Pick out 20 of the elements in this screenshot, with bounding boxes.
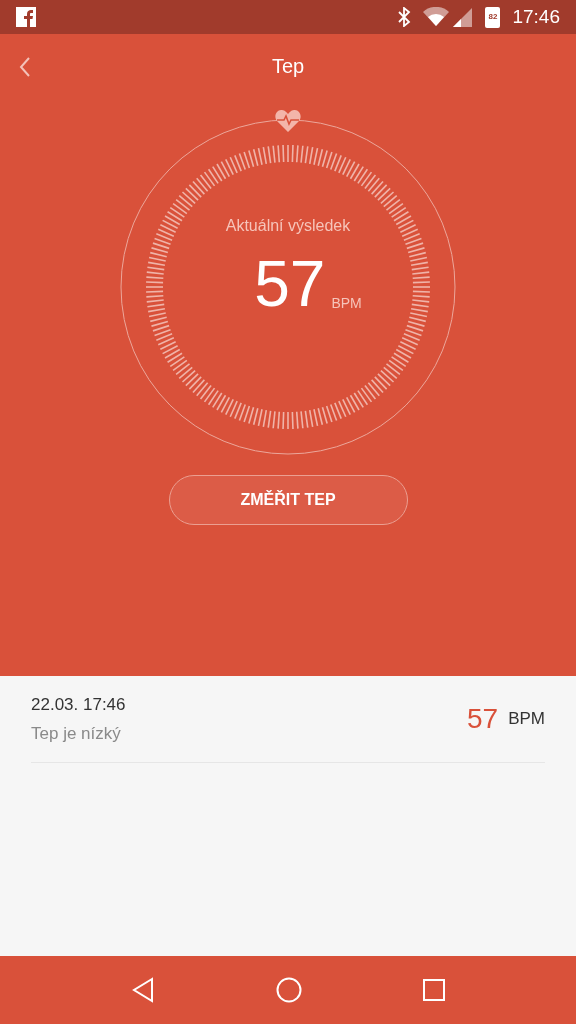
home-nav-icon[interactable] bbox=[276, 977, 302, 1003]
measurement-time: 22.03. 17:46 bbox=[31, 693, 127, 716]
recents-nav-icon[interactable] bbox=[423, 979, 446, 1001]
back-nav-icon[interactable] bbox=[130, 977, 155, 1003]
heart-rate-value: 57 bbox=[254, 252, 326, 316]
wifi-icon bbox=[423, 7, 450, 27]
signal-icon bbox=[453, 7, 474, 27]
screen-title: Tep bbox=[271, 54, 305, 79]
clock: 17:46 bbox=[512, 4, 560, 29]
back-icon bbox=[18, 56, 32, 78]
bluetooth-icon bbox=[397, 7, 412, 27]
measurement-note: Tep je nízký bbox=[31, 723, 122, 745]
heart-icon bbox=[275, 109, 301, 133]
facebook-icon bbox=[16, 7, 36, 27]
unit-label: BPM bbox=[331, 294, 362, 313]
measure-button[interactable]: ZMĚŘIT TEP bbox=[168, 475, 408, 525]
battery-icon: 82 bbox=[485, 6, 501, 28]
measurement-unit: BPM bbox=[508, 708, 545, 731]
measurement-value: 57 bbox=[467, 702, 499, 736]
dial-caption: Aktuální výsledek bbox=[225, 216, 351, 236]
